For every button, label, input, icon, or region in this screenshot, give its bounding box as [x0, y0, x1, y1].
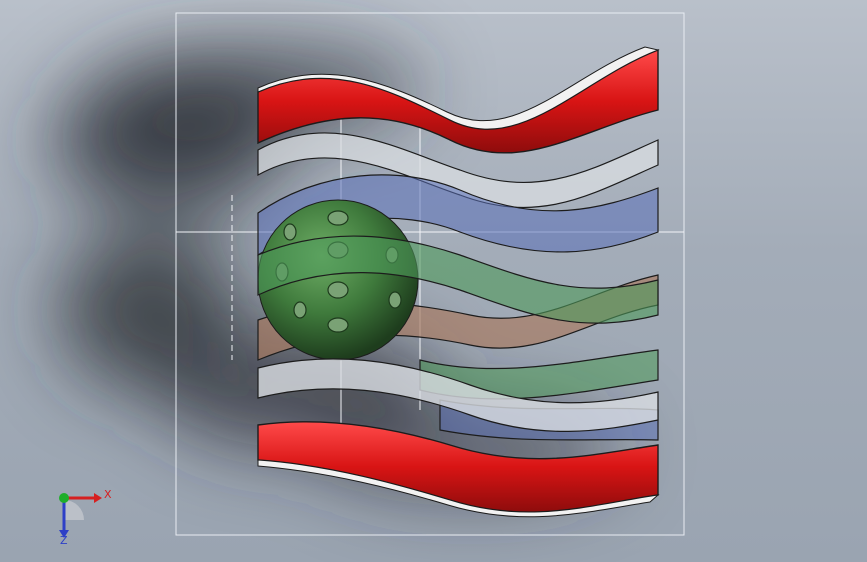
3d-viewport[interactable] [0, 0, 867, 562]
triad-axes [59, 493, 102, 538]
z-axis-label: Z [60, 534, 68, 547]
x-axis-label: X [104, 488, 112, 501]
coordinate-triad-icon: X Z [44, 478, 124, 548]
